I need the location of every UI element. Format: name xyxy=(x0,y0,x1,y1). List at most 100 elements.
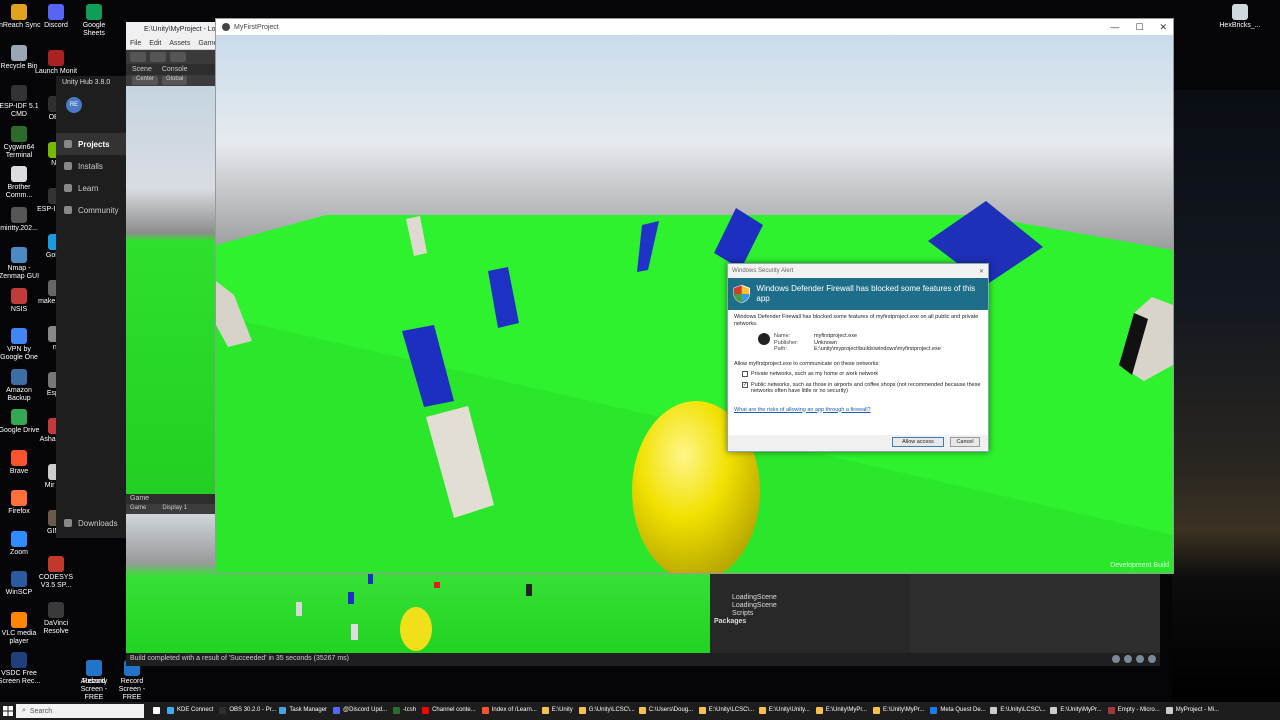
taskbar-app[interactable]: -tcsh xyxy=(390,702,419,720)
taskbar-app[interactable]: KDE Connect xyxy=(164,702,216,720)
app-shortcut-icon xyxy=(11,611,27,628)
taskbar-app[interactable]: MyProject - Mi... xyxy=(1163,702,1222,720)
status-bar: Build completed with a result of 'Succee… xyxy=(126,653,1160,666)
minimize-button[interactable]: — xyxy=(1110,22,1119,33)
desktop-icon[interactable]: Record Screen - FREE xyxy=(110,660,154,702)
shield-icon xyxy=(733,284,750,304)
taskbar-app-icon xyxy=(815,706,823,714)
desktop-icon[interactable]: VSDC Free Screen Rec... xyxy=(0,652,41,686)
taskbar-app[interactable] xyxy=(150,702,164,720)
taskbar-app[interactable]: Empty - Micro... xyxy=(1105,702,1163,720)
taskbar-app[interactable]: E:\Unity\Unity... xyxy=(756,702,813,720)
taskbar-app[interactable]: E:\Unity\MyPr... xyxy=(813,702,870,720)
close-icon[interactable]: ✕ xyxy=(979,268,984,275)
taskbar-app-label: -tcsh xyxy=(403,707,417,713)
taskbar-app-icon xyxy=(758,706,766,714)
app-shortcut-icon xyxy=(11,368,27,385)
hub-nav-label: Learn xyxy=(78,183,99,193)
hub-downloads[interactable]: Downloads xyxy=(56,512,126,534)
tab-console[interactable]: Console xyxy=(162,66,188,73)
file-icon xyxy=(1232,4,1248,20)
taskbar-app[interactable]: G:\Unity\LCSC\... xyxy=(576,702,636,720)
settings-icon[interactable] xyxy=(1148,655,1156,663)
tab-scene[interactable]: Scene xyxy=(132,66,152,73)
firewall-dialog-title: Windows Security Alert xyxy=(732,268,794,274)
taskbar-app[interactable]: E:\Unity\LCSC\... xyxy=(987,702,1047,720)
desktop-icon[interactable]: HexBricks_... xyxy=(1218,4,1262,30)
global-dropdown[interactable]: Global xyxy=(162,76,188,85)
app-shortcut-icon xyxy=(48,4,64,20)
menu-file[interactable]: File xyxy=(130,40,141,47)
app-shortcut-icon xyxy=(11,125,27,142)
menu-assets[interactable]: Assets xyxy=(169,40,190,47)
taskbar-app[interactable]: Index of /Learn... xyxy=(479,702,539,720)
start-button[interactable] xyxy=(0,702,16,720)
taskbar-app[interactable]: Channel conte... xyxy=(419,702,479,720)
firewall-risks-link[interactable]: What are the risks of allowing an app th… xyxy=(734,407,982,414)
desktop-icon[interactable]: DaVinci Resolve xyxy=(34,602,78,636)
public-network-option[interactable]: ✓ Public networks, such as those in airp… xyxy=(742,381,982,395)
taskbar-search-input[interactable]: ⌕ Search xyxy=(16,704,144,718)
maximize-button[interactable]: ☐ xyxy=(1135,22,1143,33)
hub-downloads-label: Downloads xyxy=(78,518,118,528)
taskbar-app[interactable]: @Discord Upd... xyxy=(330,702,390,720)
project-tree-item[interactable]: LoadingScene xyxy=(710,594,910,602)
cloud-icon[interactable] xyxy=(150,52,166,62)
taskbar-app[interactable]: Task Manager xyxy=(276,702,330,720)
development-build-watermark: Development Build xyxy=(1110,562,1169,569)
hub-nav-installs[interactable]: Installs xyxy=(56,155,126,177)
menu-edit[interactable]: Edit xyxy=(149,40,161,47)
network-icon[interactable] xyxy=(1136,655,1144,663)
taskbar-app[interactable]: E:\Unity xyxy=(539,702,576,720)
game-window: MyFirstProject — ☐ ✕ Development Build xyxy=(215,18,1174,574)
taskbar-app-label: MyProject - Mi... xyxy=(1175,707,1220,713)
taskbar-app[interactable]: E:\Unity\MyPr... xyxy=(870,702,927,720)
app-shortcut-icon xyxy=(11,490,27,506)
game-view-dropdown[interactable]: Game xyxy=(130,505,146,513)
app-shortcut-icon xyxy=(11,166,27,182)
lighting-icon[interactable] xyxy=(1112,655,1120,663)
desktop-icon[interactable]: Launch Monit xyxy=(34,50,78,76)
taskbar-app[interactable]: Meta Quest De... xyxy=(927,702,987,720)
project-tree-item[interactable]: Scripts xyxy=(710,610,910,618)
pivot-center-dropdown[interactable]: Center xyxy=(132,76,159,85)
hub-nav-learn[interactable]: Learn xyxy=(56,177,126,199)
private-network-option[interactable]: Private networks, such as my home or wor… xyxy=(742,371,982,378)
player-capsule-mini xyxy=(400,607,432,651)
taskbar: ⌕ Search KDE Connect OBS 30.2.0 - Pr... Ta… xyxy=(0,702,1280,720)
settings-icon[interactable] xyxy=(170,52,186,62)
avatar[interactable]: RE xyxy=(66,97,82,113)
cancel-button[interactable]: Cancel xyxy=(950,437,980,447)
public-network-checkbox[interactable]: ✓ xyxy=(742,381,748,388)
unity-hub-title: Unity Hub 3.8.0 xyxy=(62,79,111,86)
private-network-checkbox[interactable] xyxy=(742,371,748,377)
taskbar-app-label: E:\Unity\MyPr... xyxy=(883,707,925,713)
desktop-icon-label: HexBricks_... xyxy=(1219,22,1261,29)
taskbar-app-label: E:\Unity\LCSC\... xyxy=(1000,707,1046,713)
taskbar-app-label: @Discord Upd... xyxy=(343,707,388,713)
project-tree-item[interactable]: LoadingScene xyxy=(710,602,910,610)
allow-access-button[interactable]: Allow access xyxy=(892,437,944,447)
taskbar-app[interactable]: C:\Users\Doug... xyxy=(636,702,696,720)
game-viewport[interactable]: Development Build xyxy=(216,35,1173,573)
account-button[interactable] xyxy=(130,52,146,62)
taskbar-app-icon xyxy=(393,706,401,714)
hub-nav-projects[interactable]: Projects xyxy=(56,133,126,155)
display-dropdown[interactable]: Display 1 xyxy=(162,505,187,513)
app-shortcut-icon xyxy=(48,556,64,572)
scene-view[interactable] xyxy=(126,86,216,494)
desktop-icon[interactable]: CODESYS V3.5 SP... xyxy=(34,556,78,590)
cache-icon[interactable] xyxy=(1124,655,1132,663)
project-tree-item[interactable]: Packages xyxy=(710,618,910,626)
hub-nav-community[interactable]: Community xyxy=(56,199,126,221)
hub-nav: Projects Installs Learn Community xyxy=(56,133,126,221)
taskbar-app[interactable]: E:\Unity\LCSC\... xyxy=(696,702,756,720)
app-shortcut-icon xyxy=(11,247,27,263)
desktop-icon[interactable]: Google Sheets xyxy=(72,4,116,38)
tab-game[interactable]: Game xyxy=(130,495,149,502)
taskbar-app[interactable]: E:\Unity\MyPr... xyxy=(1047,702,1104,720)
close-button[interactable]: ✕ xyxy=(1159,22,1167,33)
status-icons xyxy=(1112,655,1156,664)
night-sky-wallpaper xyxy=(1172,90,1280,702)
taskbar-app[interactable]: OBS 30.2.0 - Pr... xyxy=(216,702,276,720)
